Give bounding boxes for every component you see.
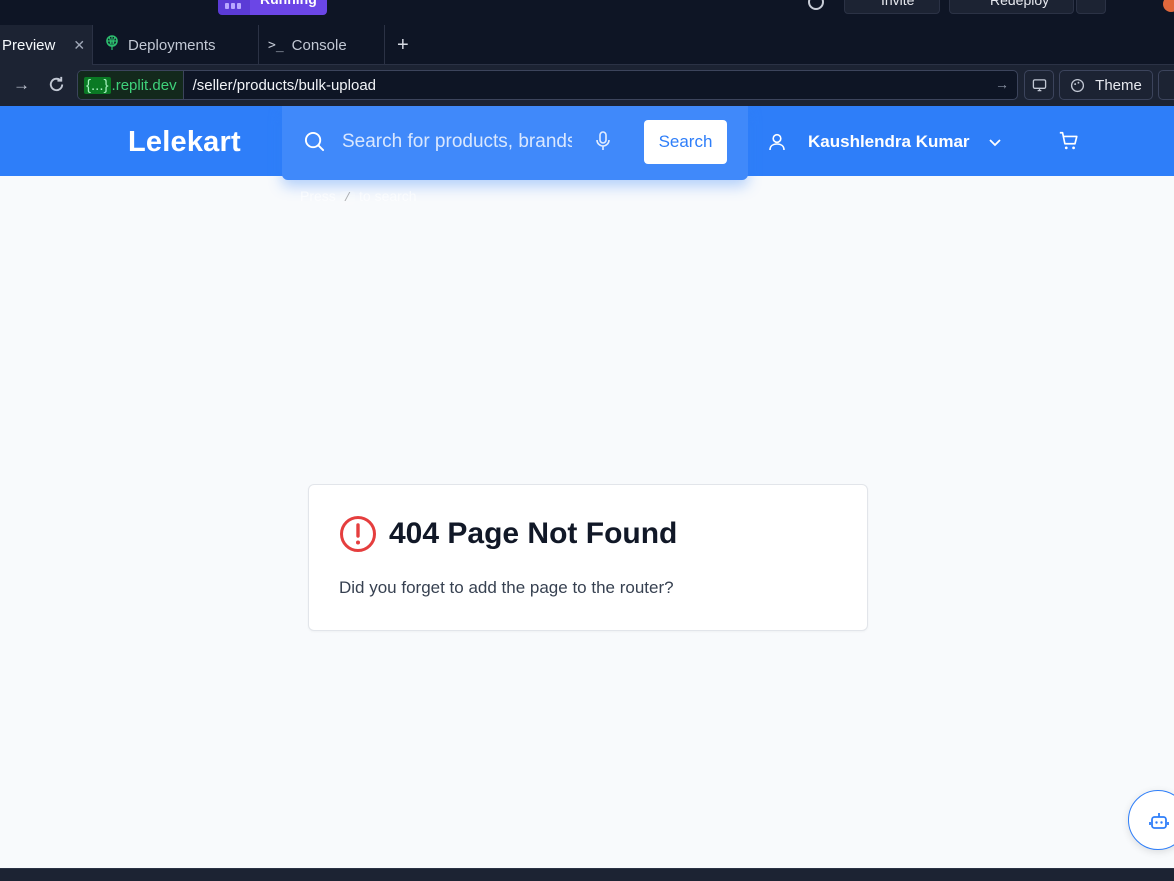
go-icon[interactable]: →: [995, 76, 1009, 92]
history-icon[interactable]: [1076, 0, 1106, 14]
search-icon: [304, 131, 325, 152]
run-icon[interactable]: [218, 0, 250, 15]
avatar[interactable]: [1163, 0, 1174, 12]
add-tab-icon[interactable]: +: [397, 25, 409, 65]
search-button[interactable]: Search: [644, 120, 727, 164]
forward-icon[interactable]: →: [13, 75, 30, 95]
site-header: Lelekart Search Press/to search Kaushlen…: [0, 106, 1174, 205]
url-bar: → {...} .replit.dev /seller/products/bul…: [0, 65, 1174, 106]
url-domain: {...} .replit.dev: [78, 71, 184, 99]
search-icon[interactable]: [808, 0, 824, 10]
search-input[interactable]: [342, 128, 572, 156]
status-bar: [0, 868, 1174, 881]
palette-icon: [1071, 78, 1085, 92]
alert-circle-icon: [340, 516, 376, 552]
tab-label: Console: [291, 36, 347, 54]
not-found-card: 404 Page Not Found Did you forget to add…: [308, 484, 868, 631]
tab-label: Preview: [2, 36, 56, 54]
wrench-icon[interactable]: [1158, 70, 1174, 100]
robot-icon: [1149, 813, 1169, 829]
chevron-down-icon: [988, 139, 1001, 147]
theme-button[interactable]: Theme: [1059, 70, 1153, 100]
ide-top-strip: Running Invite Redeploy: [0, 0, 1174, 25]
error-heading: 404 Page Not Found: [339, 515, 677, 553]
redeploy-button[interactable]: Redeploy: [949, 0, 1074, 14]
close-icon[interactable]: ✕: [73, 37, 85, 54]
tab-bar: Preview ✕ Deployments >_ Console: [0, 25, 1174, 65]
tab-console[interactable]: >_ Console: [259, 25, 385, 65]
user-menu[interactable]: Kaushlendra Kumar: [768, 130, 1002, 154]
tab-label: Deployments: [128, 36, 216, 54]
console-icon: >_: [268, 37, 284, 53]
tab-preview[interactable]: Preview ✕: [0, 25, 93, 65]
user-name: Kaushlendra Kumar: [808, 132, 970, 151]
error-message: Did you forget to add the page to the ro…: [339, 578, 674, 597]
chatbot-button[interactable]: [1128, 790, 1174, 850]
url-field[interactable]: {...} .replit.dev /seller/products/bulk-…: [77, 70, 1018, 100]
tab-deployments[interactable]: Deployments: [93, 25, 259, 65]
logo[interactable]: Lelekart: [128, 126, 241, 159]
device-icon[interactable]: [1024, 70, 1054, 100]
url-path: /seller/products/bulk-upload: [192, 76, 377, 94]
app-viewport: Lelekart Search Press/to search Kaushlen…: [0, 106, 1174, 868]
search-hint: Press / to search: [300, 188, 417, 205]
invite-button[interactable]: Invite: [844, 0, 940, 14]
search-bar: Search: [282, 106, 748, 180]
run-button[interactable]: Running: [250, 0, 327, 15]
reload-icon[interactable]: [47, 75, 66, 99]
cart-icon[interactable]: [1058, 130, 1080, 152]
error-title: 404 Page Not Found: [389, 517, 678, 550]
user-icon: [769, 133, 785, 151]
microphone-icon[interactable]: [595, 131, 611, 151]
deployments-icon: [104, 35, 120, 55]
